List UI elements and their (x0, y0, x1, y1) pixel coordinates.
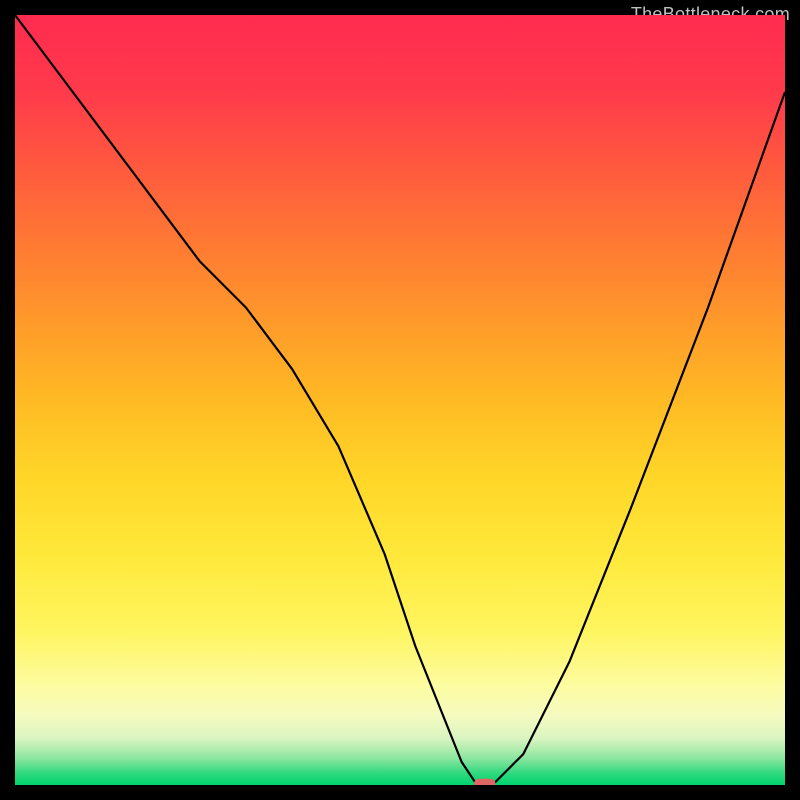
plot-background (15, 15, 785, 785)
bottleneck-chart (15, 15, 785, 785)
chart-container: TheBottleneck.com (0, 0, 800, 800)
optimum-marker (474, 779, 496, 785)
